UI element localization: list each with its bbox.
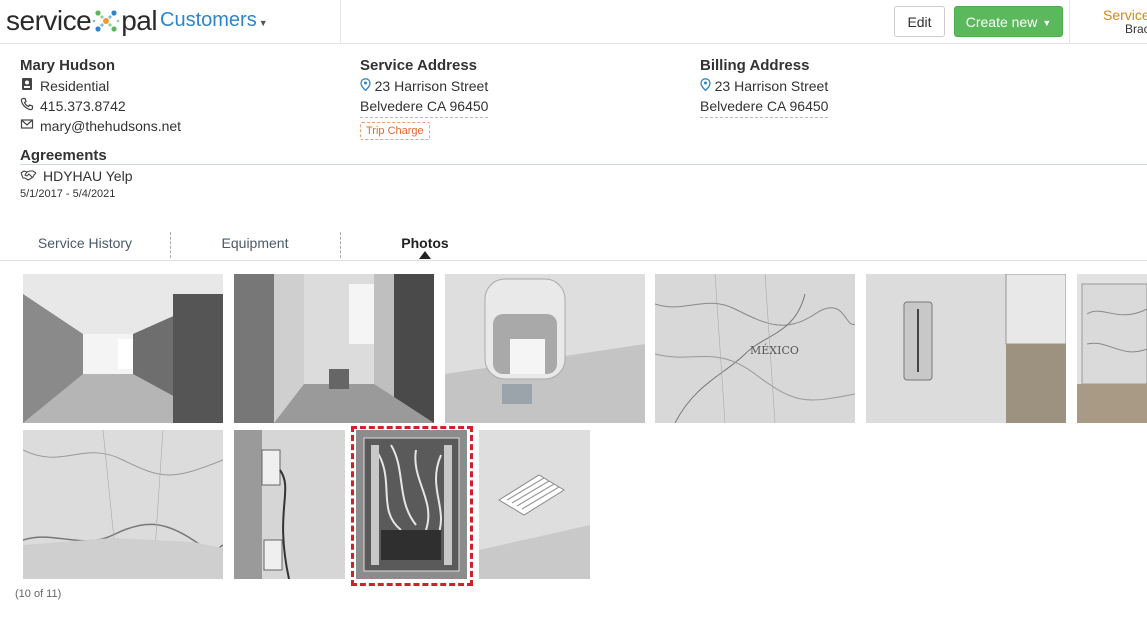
photo-thumbnail-coin-jar[interactable] (445, 274, 645, 423)
billing-address-line1: 23 Harrison Street (714, 78, 829, 94)
customer-name: Mary Hudson (20, 57, 116, 74)
divider (340, 0, 341, 44)
trip-charge-badge[interactable]: Trip Charge (360, 122, 430, 140)
service-address-line1-row: 23 Harrison Street (360, 76, 488, 96)
billing-address: Billing Address 23 Harrison Street Belve… (700, 56, 829, 118)
service-address: Service Address 23 Harrison Street Belve… (360, 56, 489, 140)
chevron-down-icon: ▼ (1042, 17, 1052, 28)
tab-separator (170, 232, 171, 258)
envelope-icon (20, 116, 34, 136)
agreement-item[interactable]: HDYHAU Yelp (20, 166, 1147, 186)
customer-email[interactable]: mary@thehudsons.net (40, 116, 181, 136)
logo-text-right: pal (121, 5, 158, 36)
photo-thumbnail-ceiling-vent[interactable] (479, 430, 590, 579)
active-tab-indicator (419, 251, 431, 259)
user-menu[interactable]: Service Brac (1103, 8, 1147, 36)
customer-email-row: mary@thehudsons.net (20, 116, 181, 136)
id-badge-icon (20, 76, 34, 96)
service-address-line2: Belvedere CA 96450 (360, 98, 489, 114)
billing-address-link[interactable]: 23 Harrison Street Belvedere CA 96450 (700, 76, 829, 118)
tab-equipment[interactable]: Equipment (190, 229, 320, 256)
photo-thumbnail-electrical-panel[interactable] (356, 430, 467, 579)
phone-icon (20, 96, 34, 116)
edit-button[interactable]: Edit (894, 6, 945, 37)
logo-text-left: service (6, 5, 92, 36)
tab-separator (340, 232, 341, 258)
create-new-button[interactable]: Create new ▼ (954, 6, 1063, 37)
user-company: Service (1103, 8, 1147, 23)
logo-dots-icon (92, 4, 120, 38)
map-pin-icon (700, 78, 715, 94)
tab-bar: Service History Equipment Photos (0, 229, 1147, 261)
map-pin-icon (360, 78, 375, 94)
customer-phone[interactable]: 415.373.8742 (40, 96, 126, 116)
agreements-heading: Agreements (20, 146, 1147, 165)
customer-type: Residential (40, 78, 110, 94)
service-address-line1: 23 Harrison Street (374, 78, 489, 94)
customer-phone-row: 415.373.8742 (20, 96, 181, 116)
billing-address-line1-row: 23 Harrison Street (700, 76, 828, 96)
service-address-heading: Service Address (360, 57, 478, 74)
tab-service-history[interactable]: Service History (20, 229, 150, 256)
agreement-name: HDYHAU Yelp (43, 168, 133, 184)
top-bar: service pal Customers ▼ Edit Create new (0, 0, 1147, 44)
photo-thumbnail-map-usa[interactable] (1077, 274, 1147, 423)
servicepal-logo[interactable]: service pal (6, 4, 158, 38)
divider (1069, 0, 1070, 44)
photo-thumbnail-thermostat[interactable] (866, 274, 1066, 423)
photo-thumbnail-map-mexico[interactable]: MÉXICO (655, 274, 855, 423)
photo-count: (10 of 11) (15, 588, 62, 600)
customer-type-row: Residential (20, 76, 181, 96)
photo-thumbnail-doorway[interactable] (234, 274, 434, 423)
chevron-down-icon: ▼ (258, 17, 268, 28)
user-name: Brac (1125, 22, 1147, 36)
service-address-link[interactable]: 23 Harrison Street Belvedere CA 96450 (360, 76, 489, 118)
agreements-section: Agreements HDYHAU Yelp 5/1/2017 - 5/4/20… (20, 146, 1147, 202)
photo-thumbnail-wall-outlet[interactable] (234, 430, 345, 579)
module-label: Customers (160, 9, 257, 31)
billing-address-heading: Billing Address (700, 57, 810, 74)
customer-info: Mary Hudson Residential 415.373.8742 mar… (20, 56, 181, 136)
photo-thumbnail-map-gulf-coast[interactable] (23, 430, 223, 579)
photo-thumbnail-hallway[interactable] (23, 274, 223, 423)
module-dropdown[interactable]: Customers ▼ (160, 9, 268, 32)
billing-address-line2: Belvedere CA 96450 (700, 98, 829, 114)
agreement-dates: 5/1/2017 - 5/4/2021 (20, 188, 116, 200)
handshake-icon (20, 168, 37, 184)
create-new-label: Create new (965, 13, 1038, 30)
svg-text:MÉXICO: MÉXICO (750, 343, 799, 357)
